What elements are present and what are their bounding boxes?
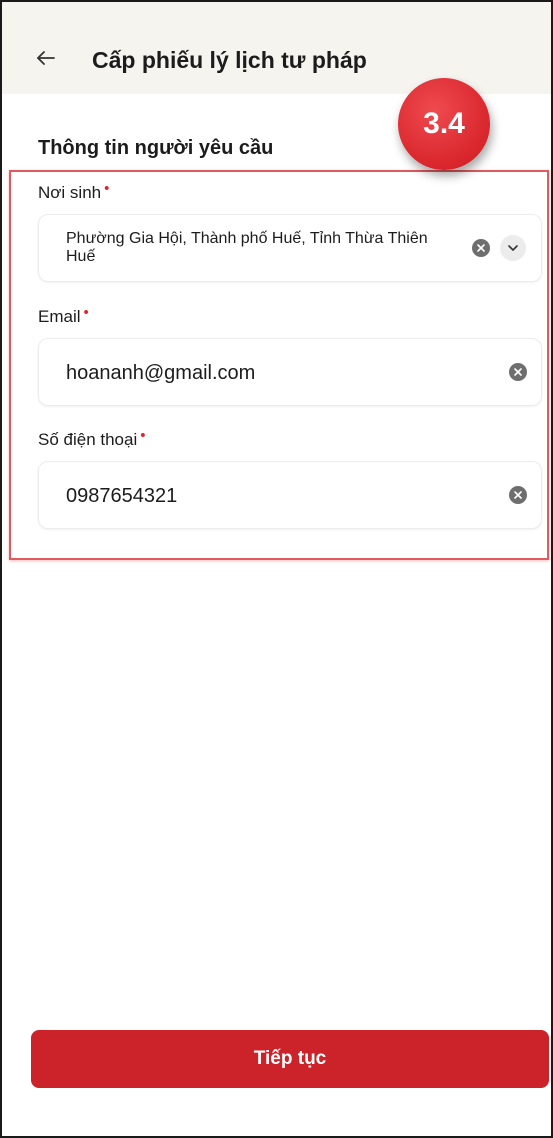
- clear-icon[interactable]: [472, 239, 490, 257]
- email-label: Email •: [38, 304, 89, 329]
- page-title: Cấp phiếu lý lịch tư pháp: [92, 47, 367, 73]
- birthplace-label-text: Nơi sinh: [38, 183, 102, 202]
- back-button[interactable]: [32, 44, 60, 72]
- app-screen: Cấp phiếu lý lịch tư pháp Thông tin ngườ…: [0, 0, 553, 1138]
- birthplace-label: Nơi sinh •: [38, 180, 110, 205]
- arrow-left-icon: [37, 51, 55, 65]
- phone-label: Số điện thoại •: [38, 427, 146, 452]
- birthplace-value: Phường Gia Hội, Thành phố Huế, Tỉnh Thừa…: [66, 230, 428, 265]
- continue-button[interactable]: Tiếp tục: [31, 1030, 549, 1088]
- email-label-text: Email: [38, 307, 81, 326]
- clear-icon[interactable]: [509, 486, 527, 504]
- clear-icon[interactable]: [509, 363, 527, 381]
- email-field[interactable]: hoananh@gmail.com: [38, 338, 542, 406]
- email-value: hoananh@gmail.com: [66, 362, 256, 384]
- app-header: Cấp phiếu lý lịch tư pháp: [2, 2, 551, 94]
- required-marker: •: [83, 304, 89, 321]
- required-marker: •: [140, 427, 146, 444]
- chevron-down-icon[interactable]: [500, 235, 526, 261]
- birthplace-select[interactable]: Phường Gia Hội, Thành phố Huế, Tỉnh Thừa…: [38, 214, 542, 282]
- section-title: Thông tin người yêu cầu: [38, 137, 274, 159]
- phone-field[interactable]: 0987654321: [38, 461, 542, 529]
- required-marker: •: [104, 180, 110, 197]
- step-badge: 3.4: [398, 78, 490, 170]
- phone-label-text: Số điện thoại: [38, 430, 138, 449]
- phone-value: 0987654321: [66, 485, 178, 507]
